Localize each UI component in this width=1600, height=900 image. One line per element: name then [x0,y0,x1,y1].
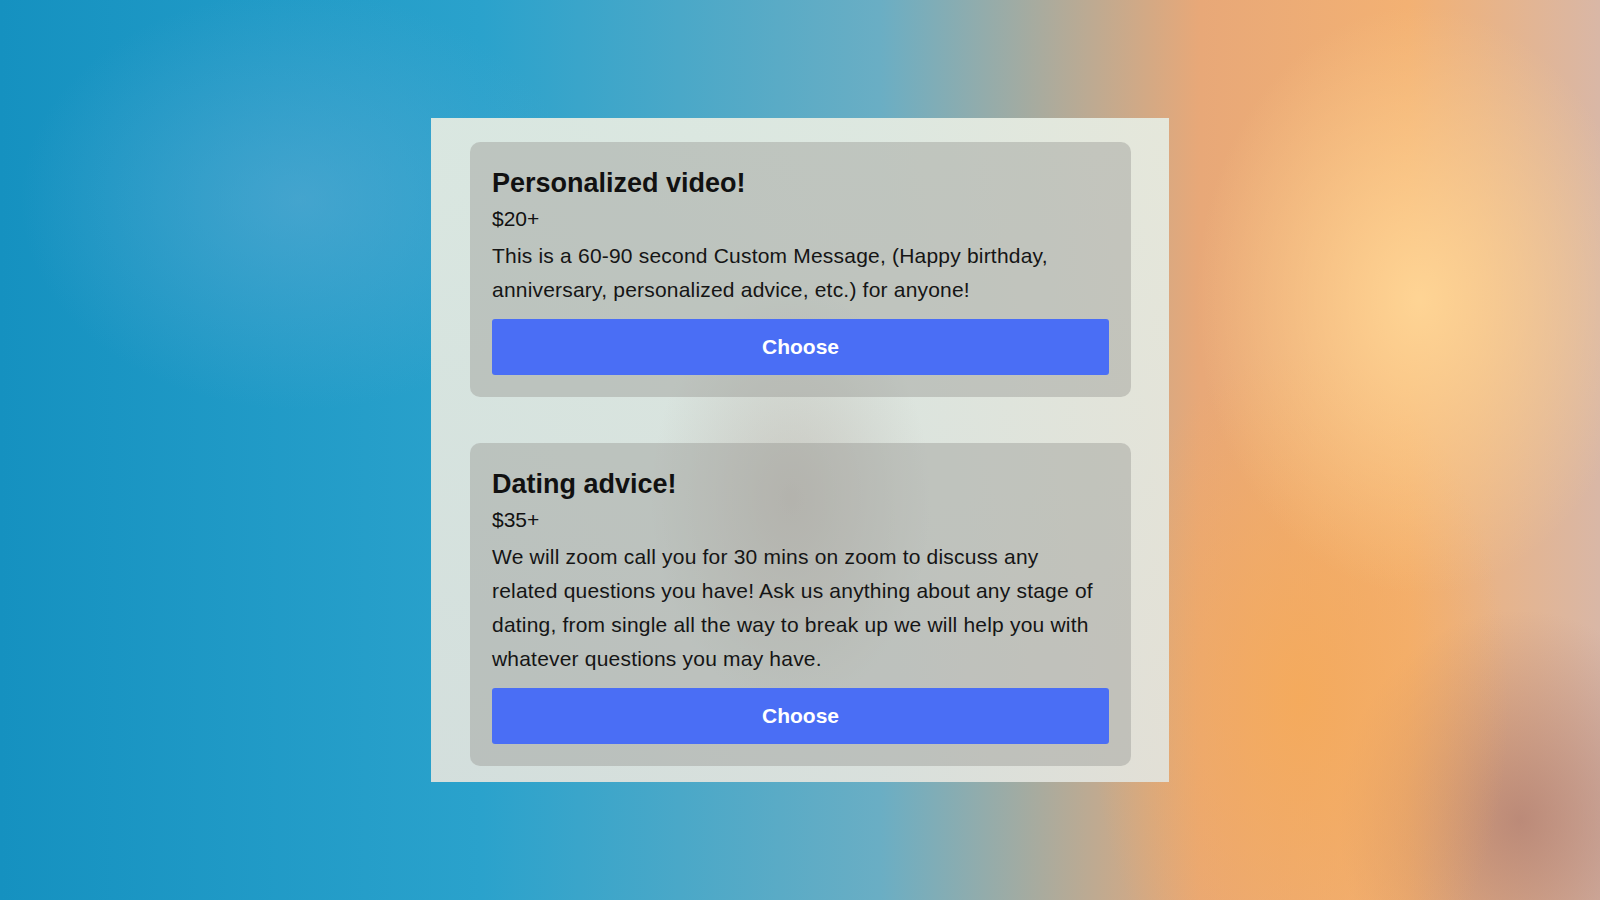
service-card: Dating advice! $35+ We will zoom call you … [470,443,1131,766]
service-price: $35+ [492,508,1109,532]
service-card: Personalized video! $20+ This is a 60-90 s… [470,142,1131,397]
choose-button[interactable]: Choose [492,688,1109,744]
service-title: Personalized video! [492,168,1109,199]
service-title: Dating advice! [492,469,1109,500]
choose-button[interactable]: Choose [492,319,1109,375]
services-panel: Personalized video! $20+ This is a 60-90 s… [431,118,1169,782]
service-description: We will zoom call you for 30 mins on zoo… [492,540,1109,676]
service-description: This is a 60-90 second Custom Message, (… [492,239,1109,307]
service-price: $20+ [492,207,1109,231]
